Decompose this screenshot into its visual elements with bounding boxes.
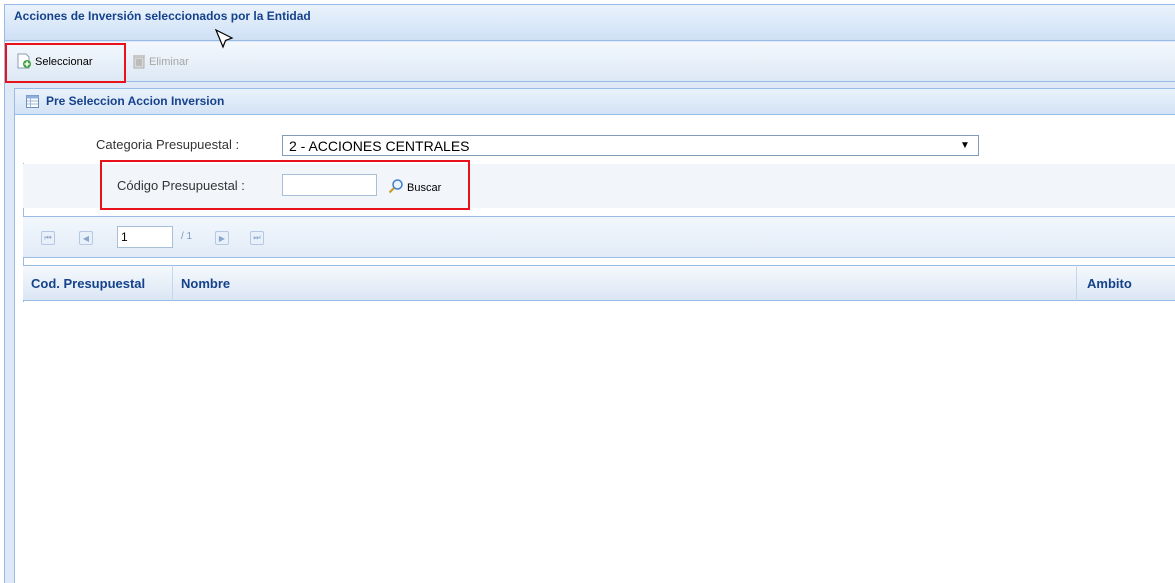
grid-body <box>23 302 1175 583</box>
column-header-ambito[interactable]: Ambito <box>1087 276 1132 291</box>
categoria-select[interactable]: 2 - ACCIONES CENTRALES <box>282 135 979 156</box>
column-header-cod-presupuestal[interactable]: Cod. Presupuestal <box>31 276 145 291</box>
eliminar-label: Eliminar <box>149 56 189 68</box>
column-divider <box>1076 265 1077 301</box>
last-page-icon[interactable]: ⏭ <box>250 231 264 245</box>
mouse-cursor-icon <box>214 28 236 53</box>
pagination-toolbar <box>23 216 1175 258</box>
window-title: Acciones de Inversión seleccionados por … <box>14 9 311 23</box>
next-page-icon[interactable]: ▶ <box>215 231 229 245</box>
column-header-nombre[interactable]: Nombre <box>181 276 230 291</box>
column-divider <box>172 265 173 301</box>
highlight-box-codigo <box>100 160 470 210</box>
dropdown-arrow-icon[interactable]: ▼ <box>960 140 970 151</box>
first-page-icon[interactable]: ⏮ <box>41 231 55 245</box>
trash-icon <box>132 53 146 72</box>
highlight-box-seleccionar <box>5 43 126 83</box>
grid-icon <box>26 95 39 108</box>
eliminar-button[interactable]: Eliminar <box>132 53 189 71</box>
categoria-label: Categoria Presupuestal : <box>96 137 240 152</box>
panel-title: Pre Seleccion Accion Inversion <box>46 94 225 108</box>
prev-page-icon[interactable]: ◀ <box>79 231 93 245</box>
categoria-selected-value: 2 - ACCIONES CENTRALES <box>289 137 470 154</box>
page-total: / 1 <box>181 231 193 242</box>
page-number-input[interactable]: 1 <box>117 226 173 248</box>
